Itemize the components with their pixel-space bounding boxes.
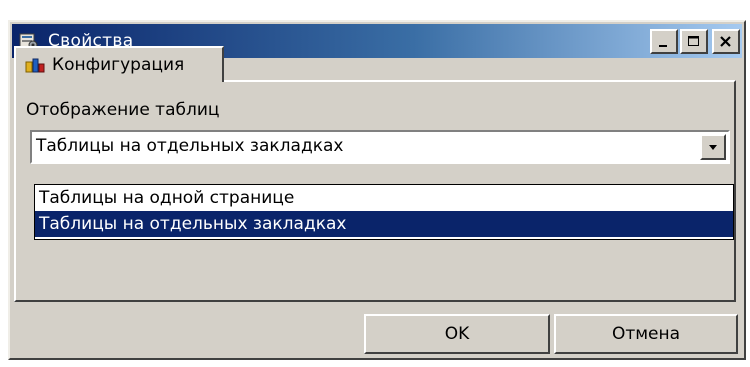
- minimize-icon: [659, 44, 667, 47]
- table-display-combobox[interactable]: Таблицы на отдельных закладках: [30, 130, 730, 164]
- dropdown-list: Таблицы на одной странице Таблицы на отд…: [34, 184, 734, 240]
- minimize-button[interactable]: [650, 29, 678, 54]
- dropdown-option-separate-tabs[interactable]: Таблицы на отдельных закладках: [35, 211, 733, 237]
- chevron-down-icon: [709, 145, 717, 150]
- close-button[interactable]: [712, 29, 740, 54]
- ok-button[interactable]: OK: [364, 314, 550, 354]
- dropdown-option-single-page[interactable]: Таблицы на одной странице: [35, 185, 733, 211]
- tab-label: Конфигурация: [52, 55, 185, 75]
- tab-configuration[interactable]: Конфигурация: [14, 46, 224, 82]
- configuration-icon: [24, 55, 46, 75]
- cancel-button[interactable]: Отмена: [554, 314, 738, 354]
- table-display-label: Отображение таблиц: [26, 100, 220, 120]
- close-icon: [720, 35, 731, 47]
- combobox-value: Таблицы на отдельных закладках: [36, 136, 344, 156]
- window-controls: [648, 29, 740, 54]
- dropdown-button[interactable]: [700, 134, 726, 160]
- maximize-button[interactable]: [680, 29, 708, 54]
- maximize-icon: [688, 35, 699, 46]
